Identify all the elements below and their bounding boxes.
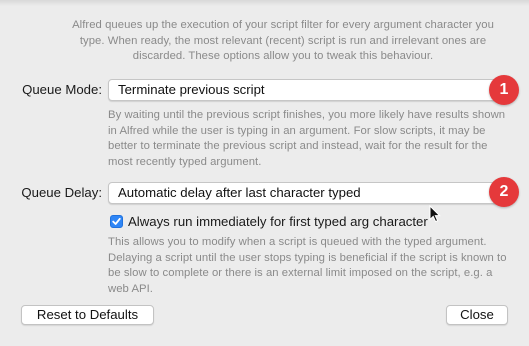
run-immediately-checkbox-label[interactable]: Always run immediately for first typed a… <box>128 214 428 229</box>
queue-delay-popup[interactable]: Automatic delay after last character typ… <box>108 182 510 204</box>
mouse-pointer-icon <box>429 205 441 223</box>
queue-mode-description: By waiting until the previous script fin… <box>108 109 506 168</box>
close-button[interactable]: Close <box>446 305 508 325</box>
top-divider <box>0 0 529 6</box>
queue-delay-description: This allows you to modify when a script … <box>108 236 507 295</box>
queue-mode-popup[interactable]: Terminate previous script <box>108 79 510 101</box>
checkmark-icon <box>112 217 121 225</box>
reset-to-defaults-button[interactable]: Reset to Defaults <box>21 305 154 325</box>
queue-delay-selected-value: Automatic delay after last character typ… <box>118 185 361 200</box>
queue-delay-label: Queue Delay: <box>21 185 102 200</box>
annotation-badge-2: 2 <box>489 177 519 207</box>
annotation-badge-1: 1 <box>489 75 519 105</box>
queue-mode-selected-value: Terminate previous script <box>118 82 265 97</box>
run-immediately-checkbox[interactable] <box>110 214 123 228</box>
queue-mode-label: Queue Mode: <box>22 82 102 97</box>
run-immediately-checkbox-row[interactable]: Always run immediately for first typed a… <box>110 213 428 229</box>
intro-description: Alfred queues up the execution of your s… <box>72 19 494 62</box>
